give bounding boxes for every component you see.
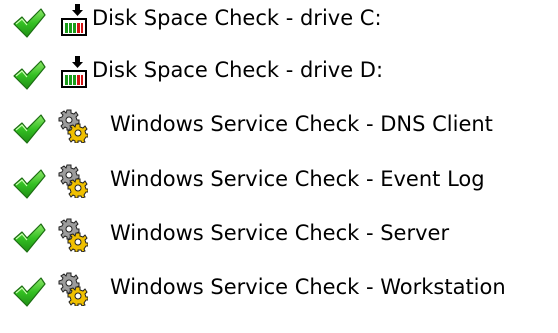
check-label: Windows Service Check - Event Log bbox=[110, 167, 485, 191]
disk-space-icon bbox=[58, 55, 88, 89]
check-label: Disk Space Check - drive C: bbox=[92, 6, 382, 30]
green-checkmark-icon bbox=[12, 8, 46, 38]
check-label: Windows Service Check - Workstation bbox=[110, 275, 506, 299]
windows-service-gears-icon bbox=[58, 218, 88, 252]
list-item[interactable]: Windows Service Check - Workstation bbox=[0, 269, 558, 317]
green-checkmark-icon bbox=[12, 277, 46, 307]
check-label: Windows Service Check - DNS Client bbox=[110, 112, 493, 136]
list-item[interactable]: Windows Service Check - Event Log bbox=[0, 161, 558, 209]
list-item[interactable]: Windows Service Check - DNS Client bbox=[0, 106, 558, 154]
list-item[interactable]: Disk Space Check - drive D: bbox=[0, 52, 558, 100]
check-label: Disk Space Check - drive D: bbox=[92, 58, 384, 82]
windows-service-gears-icon bbox=[58, 164, 88, 198]
list-item[interactable]: Disk Space Check - drive C: bbox=[0, 0, 558, 48]
green-checkmark-icon bbox=[12, 223, 46, 253]
green-checkmark-icon bbox=[12, 169, 46, 199]
green-checkmark-icon bbox=[12, 60, 46, 90]
windows-service-gears-icon bbox=[58, 272, 88, 306]
windows-service-gears-icon bbox=[58, 109, 88, 143]
list-item[interactable]: Windows Service Check - Server bbox=[0, 215, 558, 263]
green-checkmark-icon bbox=[12, 114, 46, 144]
disk-space-icon bbox=[58, 3, 88, 37]
check-label: Windows Service Check - Server bbox=[110, 221, 450, 245]
